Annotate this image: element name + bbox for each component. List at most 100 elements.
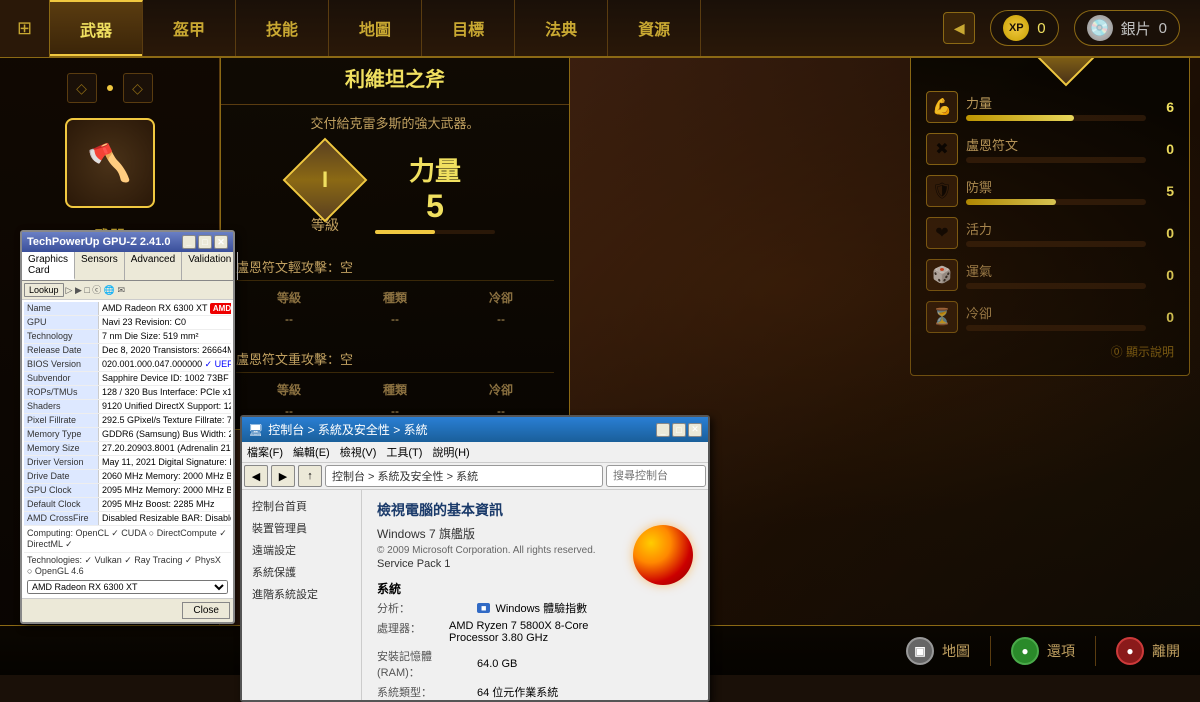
sysinfo-maximize-button[interactable]: □ (672, 423, 686, 437)
return-btn-icon: ● (1011, 637, 1039, 665)
gpuz-label-defaultclock: Default Clock (24, 498, 99, 511)
col-level: 等級 (236, 286, 342, 309)
axe-icon: 🪓 (87, 142, 132, 184)
spec-value-os: 64 位元作業系統 (477, 684, 558, 700)
gpuz-lookup-button[interactable]: Lookup (24, 283, 64, 297)
gpuz-model-select[interactable]: AMD Radeon RX 6300 XT (27, 580, 228, 594)
weapon-desc: 交付給克雷多斯的強大武器。 (221, 105, 569, 140)
row1-level: -- (236, 309, 342, 329)
rune-bar-bg (966, 157, 1146, 163)
weapon-slot-primary[interactable]: 🪓 (65, 118, 155, 208)
bottom-separator-1 (990, 636, 991, 666)
return-button[interactable]: ● 還項 (1011, 637, 1075, 665)
map-button[interactable]: ▣ 地圖 (906, 637, 970, 665)
menu-view[interactable]: 檢視(V) (340, 444, 377, 460)
gpuz-row-crossfire: AMD CrossFire Disabled Resizable BAR: Di… (24, 512, 231, 526)
col2-cooldown: 冷卻 (448, 378, 554, 401)
gpuz-close-btn[interactable]: Close (182, 602, 230, 619)
sysinfo-search-input[interactable] (606, 465, 706, 487)
system-label: 系統 (377, 580, 623, 597)
level-diamond: I (283, 138, 368, 223)
exit-btn-label: 離開 (1152, 641, 1180, 661)
spec-label-os: 系統類型： (377, 684, 477, 700)
cooldown-value: 0 (1154, 309, 1174, 325)
gpuz-maximize-button[interactable]: □ (198, 235, 212, 249)
enchant-section-1: 盧恩符文輕攻擊：空 等級 種類 冷卻 -- -- -- (221, 245, 569, 337)
gpuz-label-gpuclock: GPU Clock (24, 484, 99, 497)
vitality-bar-bg (966, 241, 1146, 247)
sidebar-item-protection[interactable]: 系統保護 (247, 561, 356, 583)
gpuz-row-bios: BIOS Version 020.001.000.047.000000 ✓ UE… (24, 358, 231, 372)
sysinfo-main: 檢視電腦的基本資訊 Windows 7 旗艦版 © 2009 Microsoft… (362, 490, 708, 700)
cooldown-icon-box: ⏳ (926, 301, 958, 333)
menu-edit[interactable]: 編輯(E) (293, 444, 330, 460)
gpuz-close-button[interactable]: ✕ (214, 235, 228, 249)
luck-info: 運氣 (966, 261, 1146, 289)
tab-armor[interactable]: 盔甲 (143, 0, 236, 56)
gpuz-minimize-button[interactable]: _ (182, 235, 196, 249)
luck-label: 運氣 (966, 261, 1146, 280)
spec-row-cpu: 處理器： AMD Ryzen 7 5800X 8-Core Processor … (377, 620, 623, 644)
gpuz-label-gpu: GPU (24, 316, 99, 329)
gpuz-label-driver: Driver Version (24, 456, 99, 469)
stat-strength: 💪 力量 6 (926, 91, 1174, 123)
gpuz-toolbar: Lookup ▷ ▶ □ ⓒ 🌐 ✉ (22, 281, 233, 300)
gpuz-row-shaders: Shaders 9120 Unified DirectX Support: 12… (24, 400, 231, 414)
nav-icon-left: ⊞ (0, 0, 50, 57)
exit-btn-icon: ● (1116, 637, 1144, 665)
nav-button-left[interactable]: ◀ (943, 12, 975, 44)
gpuz-row-name: Name AMD Radeon RX 6300 XT AMD RADEON (24, 302, 231, 316)
exit-button[interactable]: ● 離開 (1116, 637, 1180, 665)
stat-name-large: 力量 (409, 151, 461, 188)
gpuz-row-pixel: Pixel Fillrate 292.5 GPixel/s Texture Fi… (24, 414, 231, 428)
gpuz-tab-graphics[interactable]: Graphics Card (22, 252, 75, 280)
gpuz-label-tech: Technology (24, 330, 99, 343)
gpuz-value-pixel: 292.5 GPixel/s Texture Fillrate: 731.2 G… (99, 414, 231, 427)
strength-info: 力量 (966, 93, 1146, 121)
sysinfo-forward-button[interactable]: ▶ (271, 465, 295, 487)
tab-resources[interactable]: 資源 (608, 0, 701, 56)
sidebar-item-device-manager[interactable]: 裝置管理員 (247, 517, 356, 539)
spec-label-ram: 安裝記憶體 (RAM)： (377, 648, 477, 680)
tab-goals[interactable]: 目標 (422, 0, 515, 56)
gpuz-tab-sensors[interactable]: Sensors (75, 252, 125, 280)
menu-tools[interactable]: 工具(T) (386, 444, 422, 460)
luck-icon-box: 🎲 (926, 259, 958, 291)
gpuz-tech-row: Computing: OpenCL ✓ CUDA ○ DirectCompute… (24, 526, 231, 553)
slot-top-right: ◇ (123, 73, 153, 103)
gpuz-row-drivedate: Drive Date 2060 MHz Memory: 2000 MHz Boo… (24, 470, 231, 484)
sysinfo-nav: ◀ ▶ ↑ 控制台 > 系統及安全性 > 系統 (242, 463, 708, 490)
spec-label-rating: 分析： (377, 600, 477, 616)
sysinfo-back-button[interactable]: ◀ (244, 465, 268, 487)
rune-info: 盧恩符文 (966, 135, 1146, 163)
gpuz-label-name: Name (24, 302, 99, 315)
col2-type: 種類 (342, 378, 448, 401)
gpuz-tab-advanced[interactable]: Advanced (125, 252, 182, 280)
sidebar-item-advanced[interactable]: 進階系統設定 (247, 583, 356, 605)
gpuz-value-tech: 7 nm Die Size: 519 mm² (99, 330, 231, 343)
sysinfo-minimize-button[interactable]: _ (656, 423, 670, 437)
nav-right: ◀ XP 0 💿 銀片 0 (943, 10, 1200, 46)
gpuz-titlebar-buttons: _ □ ✕ (182, 235, 228, 249)
col2-level: 等級 (236, 378, 342, 401)
menu-help[interactable]: 說明(H) (432, 444, 469, 460)
gpuz-value-bios: 020.001.000.047.000000 ✓ UEFI (99, 358, 231, 371)
sidebar-item-remote[interactable]: 遠端設定 (247, 539, 356, 561)
gpuz-label-memsize: Memory Size (24, 442, 99, 455)
sysinfo-close-button[interactable]: ✕ (688, 423, 702, 437)
xp-icon: XP (1003, 15, 1029, 41)
sidebar-item-home[interactable]: 控制台首頁 (247, 495, 356, 517)
tab-skills[interactable]: 技能 (236, 0, 329, 56)
tab-map[interactable]: 地圖 (329, 0, 422, 56)
spec-row-rating: 分析： ■ Windows 體驗指數 (377, 600, 623, 616)
tab-codex[interactable]: 法典 (515, 0, 608, 56)
col-cooldown: 冷卻 (448, 286, 554, 309)
uefi-link[interactable]: ✓ UEFI (205, 359, 231, 369)
gpuz-footer: Close (22, 598, 233, 622)
sysinfo-up-button[interactable]: ↑ (298, 465, 322, 487)
gpuz-row-gpuclock: GPU Clock 2095 MHz Memory: 2000 MHz Boos… (24, 484, 231, 498)
tab-weapons[interactable]: 武器 (50, 0, 143, 56)
gpuz-tab-validation[interactable]: Validation (182, 252, 238, 280)
menu-file[interactable]: 檔案(F) (247, 444, 283, 460)
help-link[interactable]: ⓪ 顯示說明 (926, 343, 1174, 360)
